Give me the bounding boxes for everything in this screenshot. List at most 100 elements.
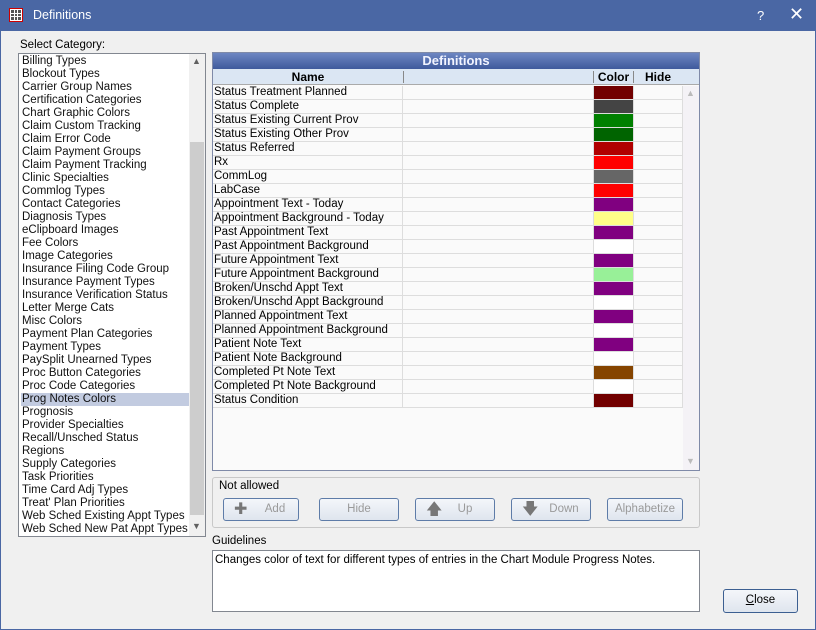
- category-item[interactable]: Regions: [21, 445, 189, 458]
- table-row[interactable]: Status Complete: [213, 100, 683, 114]
- category-scrollbar[interactable]: ▲ ▼: [189, 54, 205, 536]
- category-item[interactable]: Web Sched Existing Appt Types: [21, 510, 189, 523]
- category-item[interactable]: Recall/Unsched Status: [21, 432, 189, 445]
- table-row[interactable]: Appointment Text - Today: [213, 198, 683, 212]
- table-row[interactable]: Past Appointment Background: [213, 240, 683, 254]
- table-row[interactable]: Planned Appointment Text: [213, 310, 683, 324]
- table-row[interactable]: Future Appointment Text: [213, 254, 683, 268]
- definitions-grid: Definitions Name Color Hide Status Treat…: [212, 52, 700, 471]
- cell-name: Rx: [213, 156, 403, 169]
- category-item[interactable]: Payment Plan Categories: [21, 328, 189, 341]
- table-row[interactable]: Broken/Unschd Appt Text: [213, 282, 683, 296]
- add-button[interactable]: ✚ Add: [223, 498, 299, 521]
- table-row[interactable]: Rx: [213, 156, 683, 170]
- grid-scrollbar[interactable]: ▲ ▼: [683, 86, 699, 470]
- scroll-down-icon[interactable]: ▼: [686, 456, 695, 466]
- table-row[interactable]: Patient Note Background: [213, 352, 683, 366]
- cell-hide: [633, 142, 683, 155]
- down-button[interactable]: 🡇 Down: [511, 498, 591, 521]
- category-item[interactable]: Claim Error Code: [21, 133, 189, 146]
- category-item[interactable]: Payment Types: [21, 341, 189, 354]
- cell-blank: [403, 352, 594, 365]
- category-item[interactable]: Proc Code Categories: [21, 380, 189, 393]
- table-row[interactable]: LabCase: [213, 184, 683, 198]
- category-item[interactable]: Prog Notes Colors: [21, 393, 189, 406]
- scrollbar-thumb[interactable]: [190, 142, 204, 515]
- close-button[interactable]: Close: [723, 589, 798, 613]
- cell-name: Status Existing Other Prov: [213, 128, 403, 141]
- color-swatch: [594, 394, 633, 407]
- category-item[interactable]: Carrier Group Names: [21, 81, 189, 94]
- category-item[interactable]: Insurance Verification Status: [21, 289, 189, 302]
- table-row[interactable]: Status Condition: [213, 394, 683, 408]
- category-item[interactable]: Provider Specialties: [21, 419, 189, 432]
- table-row[interactable]: Completed Pt Note Background: [213, 380, 683, 394]
- category-item[interactable]: Task Priorities: [21, 471, 189, 484]
- category-item[interactable]: Time Card Adj Types: [21, 484, 189, 497]
- column-name[interactable]: Name: [213, 70, 403, 84]
- category-item[interactable]: Misc Colors: [21, 315, 189, 328]
- table-row[interactable]: Status Treatment Planned: [213, 86, 683, 100]
- cell-hide: [633, 128, 683, 141]
- close-window-button[interactable]: ✕: [789, 4, 804, 25]
- category-item[interactable]: Chart Graphic Colors: [21, 107, 189, 120]
- category-item[interactable]: Proc Button Categories: [21, 367, 189, 380]
- color-swatch: [594, 114, 633, 127]
- cell-hide: [633, 268, 683, 281]
- category-item[interactable]: Blockout Types: [21, 68, 189, 81]
- category-item[interactable]: Insurance Payment Types: [21, 276, 189, 289]
- column-color[interactable]: Color: [594, 70, 633, 84]
- category-item[interactable]: Commlog Types: [21, 185, 189, 198]
- category-item[interactable]: Certification Categories: [21, 94, 189, 107]
- alphabetize-button[interactable]: Alphabetize: [607, 498, 683, 521]
- category-item[interactable]: PaySplit Unearned Types: [21, 354, 189, 367]
- category-item[interactable]: Insurance Filing Code Group: [21, 263, 189, 276]
- table-row[interactable]: Future Appointment Background: [213, 268, 683, 282]
- hide-button[interactable]: Hide: [319, 498, 399, 521]
- category-item[interactable]: Billing Types: [21, 55, 189, 68]
- category-item[interactable]: Prognosis: [21, 406, 189, 419]
- color-swatch: [594, 282, 633, 295]
- category-item[interactable]: Claim Custom Tracking: [21, 120, 189, 133]
- table-row[interactable]: Planned Appointment Background: [213, 324, 683, 338]
- table-row[interactable]: CommLog: [213, 170, 683, 184]
- category-item[interactable]: Claim Payment Tracking: [21, 159, 189, 172]
- category-item[interactable]: Diagnosis Types: [21, 211, 189, 224]
- scroll-up-icon[interactable]: ▲: [686, 88, 695, 98]
- guidelines-textbox[interactable]: Changes color of text for different type…: [212, 550, 700, 612]
- category-list[interactable]: Billing Types Blockout Types Carrier Group…: [18, 53, 206, 537]
- table-row[interactable]: Broken/Unschd Appt Background: [213, 296, 683, 310]
- category-item[interactable]: Supply Categories: [21, 458, 189, 471]
- window-title: Definitions: [33, 8, 92, 22]
- column-hide[interactable]: Hide: [634, 70, 682, 84]
- table-row[interactable]: Status Existing Current Prov: [213, 114, 683, 128]
- category-item[interactable]: Contact Categories: [21, 198, 189, 211]
- category-item[interactable]: Web Sched New Pat Appt Types: [21, 523, 189, 536]
- grid-header: Name Color Hide: [213, 69, 699, 85]
- help-button[interactable]: ?: [757, 8, 764, 23]
- category-item[interactable]: Claim Payment Groups: [21, 146, 189, 159]
- not-allowed-label: Not allowed: [219, 480, 280, 492]
- table-row[interactable]: Status Referred: [213, 142, 683, 156]
- table-row[interactable]: Completed Pt Note Text: [213, 366, 683, 380]
- up-button[interactable]: 🡅 Up: [415, 498, 495, 521]
- category-item[interactable]: Clinic Specialties: [21, 172, 189, 185]
- category-item[interactable]: Treat' Plan Priorities: [21, 497, 189, 510]
- table-row[interactable]: Appointment Background - Today: [213, 212, 683, 226]
- cell-hide: [633, 282, 683, 295]
- category-item[interactable]: Letter Merge Cats: [21, 302, 189, 315]
- cell-hide: [633, 394, 683, 407]
- cell-blank: [403, 366, 594, 379]
- category-item[interactable]: Fee Colors: [21, 237, 189, 250]
- scroll-down-icon[interactable]: ▼: [192, 521, 201, 531]
- scroll-up-icon[interactable]: ▲: [192, 56, 201, 66]
- color-swatch: [594, 352, 633, 365]
- guidelines-text: Changes color of text for different type…: [215, 554, 656, 566]
- table-row[interactable]: Patient Note Text: [213, 338, 683, 352]
- table-row[interactable]: Status Existing Other Prov: [213, 128, 683, 142]
- cell-hide: [633, 184, 683, 197]
- color-swatch: [594, 226, 633, 239]
- table-row[interactable]: Past Appointment Text: [213, 226, 683, 240]
- category-item[interactable]: eClipboard Images: [21, 224, 189, 237]
- category-item[interactable]: Image Categories: [21, 250, 189, 263]
